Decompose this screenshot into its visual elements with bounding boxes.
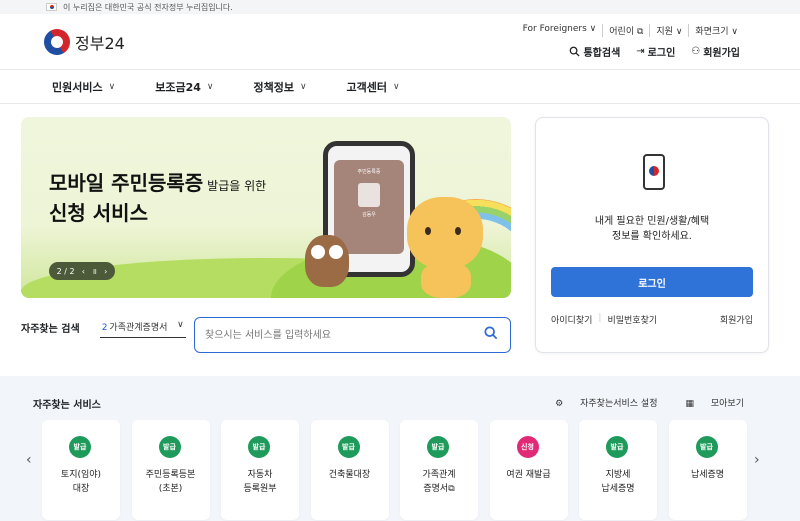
search-icon [570,46,581,57]
utility-menu: For Foreigners ∨ 어린이 ⧉ 지원 ∨ 화면크기 ∨ [517,24,744,37]
next-arrow-icon[interactable]: › [104,267,107,276]
service-list: 발급토지(임야) 대장 발급주민등록등본 (초본) 발급자동차 등록원부 발급건… [42,420,758,520]
select-value: 가족관계증명서 [109,323,168,333]
nav-customer-center[interactable]: 고객센터 ∨ [347,79,400,95]
banner-title-line2: 신청 서비스 [49,201,148,225]
service-card[interactable]: 신청여권 재발급 [489,420,568,520]
util-kids[interactable]: 어린이 ⧉ [602,24,649,37]
issue-badge: 발급 [695,436,718,458]
integrated-search-button[interactable]: 통합검색 [569,44,620,59]
favorite-search-select[interactable]: 2 가족관계증명서 ∨ [99,316,186,338]
chevron-down-icon: ∨ [206,81,214,92]
card-header: 주민등록증 [357,169,381,175]
banner-pager: 2 / 2 ‹ ॥ › [49,262,115,280]
gov-notice-bar: 이 누리집은 대한민국 공식 전자정부 누리집입니다. [0,0,800,14]
logo[interactable]: 정부24 [39,24,125,60]
issue-badge: 발급 [337,436,360,458]
issue-badge: 발급 [427,436,449,458]
photo-icon [358,183,380,207]
issue-badge: 발급 [69,436,91,458]
search-icon[interactable] [484,326,498,340]
find-password-link[interactable]: 비밀번호찾기 [607,313,657,326]
issue-badge: 발급 [606,436,628,458]
apply-badge: 신청 [516,436,539,458]
login-link[interactable]: ⇥ 로그인 [636,44,675,59]
service-name: 자동차 등록원부 [243,470,277,494]
service-name: 건축물대장 [328,470,371,480]
section-tools: ⚙ 자주찾는서비스 설정 ▦ 모아보기 [527,396,744,409]
header-actions: 통합검색 ⇥ 로그인 ⚇ 회원가입 [553,44,740,59]
search-box [194,317,511,353]
nav-policy-info[interactable]: 정책정보 ∨ [253,79,306,95]
util-foreigners[interactable]: For Foreigners ∨ [517,24,603,37]
chevron-down-icon: ∨ [299,81,307,92]
service-card[interactable]: 발급납세증명 [668,420,747,520]
divider: | [598,313,602,323]
service-name: 가족관계 증명서⧉ [422,470,456,494]
search-input[interactable] [205,326,465,344]
header: 정부24 For Foreigners ∨ 어린이 ⧉ 지원 ∨ 화면크기 ∨ … [0,14,800,70]
service-card[interactable]: 발급주민등록등본 (초본) [131,420,210,520]
signup-link[interactable]: ⚇ 회원가입 [691,44,740,59]
next-arrow-icon[interactable]: › [754,452,760,468]
grid-icon: ▦ [685,399,697,409]
chevron-down-icon: ∨ [393,81,400,92]
service-card[interactable]: 발급건축물대장 [310,420,389,520]
prev-arrow-icon[interactable]: ‹ [26,452,32,468]
nav-civil-services[interactable]: 민원서비스 ∨ [52,79,115,95]
util-font-size[interactable]: 화면크기 ∨ [688,24,744,37]
issue-badge: 발급 [158,436,181,458]
pause-icon[interactable]: ॥ [92,266,97,277]
login-message: 내게 필요한 민원/생활/혜택 정보를 확인하세요. [594,216,710,242]
card-name: 김동우 [362,212,376,218]
nav-subsidy24[interactable]: 보조금24 ∨ [155,79,213,95]
service-name: 여권 재발급 [506,470,551,480]
section-title: 자주찾는 서비스 [33,400,101,411]
pager-count: 2 / 2 [56,266,75,276]
login-links: 아이디찾기 | 비밀번호찾기 회원가입 [551,313,753,326]
prev-arrow-icon[interactable]: ‹ [82,267,85,276]
signup-link[interactable]: 회원가입 [720,313,753,326]
favorite-search-label: 자주찾는 검색 [21,323,80,335]
owl-mascot-illustration [305,235,349,287]
util-support[interactable]: 지원 ∨ [649,24,688,37]
service-settings-button[interactable]: ⚙ 자주찾는서비스 설정 [541,396,657,409]
mobile-gov-icon [643,154,665,190]
view-all-button[interactable]: ▦ 모아보기 [672,396,745,409]
service-name: 지방세 납세증명 [601,470,635,494]
service-card[interactable]: 발급자동차 등록원부 [221,420,299,520]
banner-title-line1: 모바일 주민등록증 발급을 위한 [49,171,267,195]
login-button[interactable]: 로그인 [551,267,753,297]
favorite-search: 자주찾는 검색 2 가족관계증명서 ∨ [21,316,186,338]
korea-flag-icon [46,3,57,11]
select-number: 2 [101,323,108,333]
gov-emblem-icon [39,24,75,60]
service-name: 주민등록등본 (초본) [145,470,196,494]
main-navigation: 민원서비스 ∨ 보조금24 ∨ 정책정보 ∨ 고객센터 ∨ [0,70,800,104]
service-card[interactable]: 발급토지(임야) 대장 [42,420,120,520]
squirrel-mascot-illustration [407,197,483,269]
login-icon: ⇥ [636,46,645,57]
main-banner[interactable]: 모바일 주민등록증 발급을 위한 신청 서비스 주민등록증 김동우 2 / 2 ‹… [21,117,511,298]
favorite-services-section: 자주찾는 서비스 ⚙ 자주찾는서비스 설정 ▦ 모아보기 ‹ 발급토지(임야) … [0,376,800,521]
service-card[interactable]: 발급가족관계 증명서⧉ [400,420,478,520]
chevron-down-icon: ∨ [108,81,116,92]
logo-text: 정부24 [75,34,125,53]
service-card[interactable]: 발급지방세 납세증명 [579,420,657,520]
user-plus-icon: ⚇ [691,46,701,57]
id-card-illustration: 주민등록증 김동우 [334,160,404,254]
chevron-down-icon: ∨ [177,320,184,330]
gear-icon: ⚙ [555,399,567,409]
login-panel: 내게 필요한 민원/생활/혜택 정보를 확인하세요. 로그인 아이디찾기 | 비… [535,117,769,353]
find-id-link[interactable]: 아이디찾기 [551,313,592,326]
service-name: 납세증명 [690,470,725,480]
issue-badge: 발급 [248,436,270,458]
gov-notice-text: 이 누리집은 대한민국 공식 전자정부 누리집입니다. [63,2,233,12]
service-name: 토지(임야) 대장 [60,470,102,494]
